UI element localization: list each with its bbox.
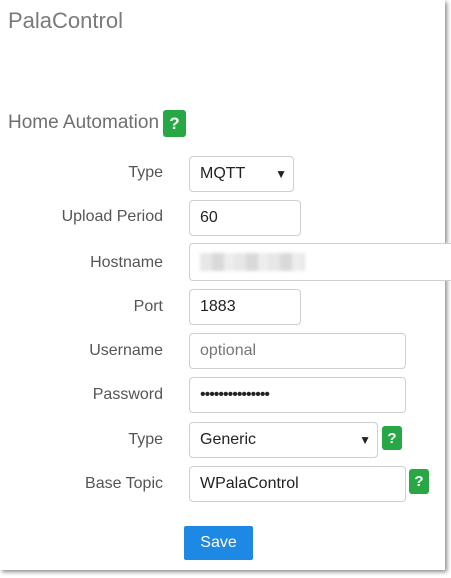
mqtt-type-select-value: Generic	[200, 431, 257, 448]
hostname-input[interactable]	[189, 243, 451, 281]
password-label: Password	[92, 386, 163, 403]
mqtt-type-select[interactable]: Generic ▼	[189, 422, 378, 458]
settings-panel: PalaControl Home Automation ? Type MQTT …	[0, 0, 451, 570]
username-input[interactable]: optional	[189, 333, 406, 369]
chevron-down-icon: ▼	[275, 167, 287, 181]
hostname-label: Hostname	[90, 254, 163, 271]
type-select[interactable]: MQTT ▼	[189, 156, 294, 192]
port-input[interactable]: 1883	[189, 289, 301, 325]
help-button-base-topic[interactable]: ?	[409, 469, 429, 494]
help-button-mqtt-type[interactable]: ?	[382, 426, 402, 450]
password-input[interactable]: •••••••••••••••	[189, 377, 406, 413]
upload-period-label: Upload Period	[61, 208, 163, 225]
section-title: Home Automation	[8, 112, 160, 133]
mqtt-type-label: Type	[128, 431, 163, 448]
type-label: Type	[128, 164, 163, 181]
upload-period-input[interactable]: 60	[189, 200, 301, 236]
username-label: Username	[89, 342, 163, 359]
app-title: PalaControl	[8, 8, 123, 33]
save-button[interactable]: Save	[184, 526, 253, 560]
base-topic-input[interactable]: WPalaControl	[189, 466, 406, 502]
port-label: Port	[133, 298, 163, 315]
redacted-hostname	[200, 253, 305, 271]
help-button-home-automation[interactable]: ?	[163, 110, 186, 137]
base-topic-label: Base Topic	[85, 475, 163, 492]
type-select-value: MQTT	[200, 165, 246, 182]
chevron-down-icon: ▼	[359, 433, 371, 447]
